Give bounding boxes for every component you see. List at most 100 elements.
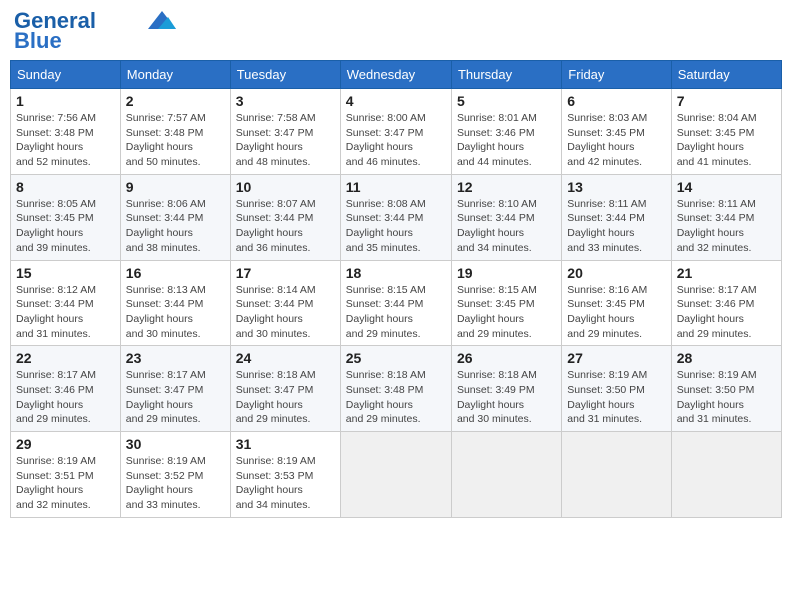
calendar-cell: 12 Sunrise: 8:10 AMSunset: 3:44 PMDaylig… — [451, 174, 561, 260]
logo: General Blue — [14, 10, 176, 52]
day-number: 22 — [16, 350, 115, 366]
day-number: 8 — [16, 179, 115, 195]
calendar-cell: 27 Sunrise: 8:19 AMSunset: 3:50 PMDaylig… — [562, 346, 671, 432]
calendar-cell: 18 Sunrise: 8:15 AMSunset: 3:44 PMDaylig… — [340, 260, 451, 346]
calendar-table: SundayMondayTuesdayWednesdayThursdayFrid… — [10, 60, 782, 518]
calendar-cell: 22 Sunrise: 8:17 AMSunset: 3:46 PMDaylig… — [11, 346, 121, 432]
column-header-monday: Monday — [120, 61, 230, 89]
day-info: Sunrise: 8:11 AMSunset: 3:44 PMDaylight … — [677, 198, 756, 254]
calendar-cell: 17 Sunrise: 8:14 AMSunset: 3:44 PMDaylig… — [230, 260, 340, 346]
calendar-cell: 7 Sunrise: 8:04 AMSunset: 3:45 PMDayligh… — [671, 89, 781, 175]
column-header-sunday: Sunday — [11, 61, 121, 89]
day-number: 16 — [126, 265, 225, 281]
calendar-cell: 23 Sunrise: 8:17 AMSunset: 3:47 PMDaylig… — [120, 346, 230, 432]
calendar-cell: 9 Sunrise: 8:06 AMSunset: 3:44 PMDayligh… — [120, 174, 230, 260]
calendar-cell: 8 Sunrise: 8:05 AMSunset: 3:45 PMDayligh… — [11, 174, 121, 260]
day-info: Sunrise: 8:18 AMSunset: 3:49 PMDaylight … — [457, 369, 537, 425]
day-info: Sunrise: 8:04 AMSunset: 3:45 PMDaylight … — [677, 112, 757, 168]
day-info: Sunrise: 8:11 AMSunset: 3:44 PMDaylight … — [567, 198, 646, 254]
day-info: Sunrise: 8:19 AMSunset: 3:50 PMDaylight … — [677, 369, 757, 425]
day-info: Sunrise: 7:57 AMSunset: 3:48 PMDaylight … — [126, 112, 206, 168]
day-number: 14 — [677, 179, 776, 195]
day-info: Sunrise: 8:01 AMSunset: 3:46 PMDaylight … — [457, 112, 537, 168]
logo-icon — [148, 11, 176, 29]
day-number: 6 — [567, 93, 665, 109]
calendar-cell: 31 Sunrise: 8:19 AMSunset: 3:53 PMDaylig… — [230, 432, 340, 518]
calendar-cell — [562, 432, 671, 518]
day-number: 30 — [126, 436, 225, 452]
day-info: Sunrise: 8:15 AMSunset: 3:44 PMDaylight … — [346, 284, 426, 340]
day-number: 15 — [16, 265, 115, 281]
calendar-cell: 5 Sunrise: 8:01 AMSunset: 3:46 PMDayligh… — [451, 89, 561, 175]
day-number: 18 — [346, 265, 446, 281]
day-info: Sunrise: 8:05 AMSunset: 3:45 PMDaylight … — [16, 198, 96, 254]
calendar-cell: 26 Sunrise: 8:18 AMSunset: 3:49 PMDaylig… — [451, 346, 561, 432]
calendar-cell: 2 Sunrise: 7:57 AMSunset: 3:48 PMDayligh… — [120, 89, 230, 175]
day-number: 31 — [236, 436, 335, 452]
day-info: Sunrise: 8:17 AMSunset: 3:46 PMDaylight … — [677, 284, 757, 340]
day-info: Sunrise: 8:17 AMSunset: 3:46 PMDaylight … — [16, 369, 96, 425]
day-info: Sunrise: 8:06 AMSunset: 3:44 PMDaylight … — [126, 198, 206, 254]
calendar-cell: 30 Sunrise: 8:19 AMSunset: 3:52 PMDaylig… — [120, 432, 230, 518]
column-header-thursday: Thursday — [451, 61, 561, 89]
day-number: 4 — [346, 93, 446, 109]
calendar-cell: 11 Sunrise: 8:08 AMSunset: 3:44 PMDaylig… — [340, 174, 451, 260]
calendar-cell — [451, 432, 561, 518]
day-info: Sunrise: 8:19 AMSunset: 3:52 PMDaylight … — [126, 455, 206, 511]
day-info: Sunrise: 8:15 AMSunset: 3:45 PMDaylight … — [457, 284, 537, 340]
day-number: 2 — [126, 93, 225, 109]
calendar-cell: 20 Sunrise: 8:16 AMSunset: 3:45 PMDaylig… — [562, 260, 671, 346]
day-number: 21 — [677, 265, 776, 281]
calendar-cell: 16 Sunrise: 8:13 AMSunset: 3:44 PMDaylig… — [120, 260, 230, 346]
day-number: 9 — [126, 179, 225, 195]
day-number: 7 — [677, 93, 776, 109]
day-number: 17 — [236, 265, 335, 281]
day-number: 26 — [457, 350, 556, 366]
day-number: 13 — [567, 179, 665, 195]
calendar-cell: 14 Sunrise: 8:11 AMSunset: 3:44 PMDaylig… — [671, 174, 781, 260]
day-number: 10 — [236, 179, 335, 195]
day-info: Sunrise: 8:19 AMSunset: 3:50 PMDaylight … — [567, 369, 647, 425]
page-header: General Blue — [10, 10, 782, 52]
day-info: Sunrise: 8:17 AMSunset: 3:47 PMDaylight … — [126, 369, 206, 425]
column-header-wednesday: Wednesday — [340, 61, 451, 89]
calendar-cell: 21 Sunrise: 8:17 AMSunset: 3:46 PMDaylig… — [671, 260, 781, 346]
day-number: 28 — [677, 350, 776, 366]
calendar-cell: 25 Sunrise: 8:18 AMSunset: 3:48 PMDaylig… — [340, 346, 451, 432]
day-info: Sunrise: 8:08 AMSunset: 3:44 PMDaylight … — [346, 198, 426, 254]
day-info: Sunrise: 8:14 AMSunset: 3:44 PMDaylight … — [236, 284, 316, 340]
day-info: Sunrise: 7:58 AMSunset: 3:47 PMDaylight … — [236, 112, 316, 168]
day-info: Sunrise: 8:00 AMSunset: 3:47 PMDaylight … — [346, 112, 426, 168]
day-info: Sunrise: 8:19 AMSunset: 3:51 PMDaylight … — [16, 455, 96, 511]
day-number: 5 — [457, 93, 556, 109]
calendar-cell: 24 Sunrise: 8:18 AMSunset: 3:47 PMDaylig… — [230, 346, 340, 432]
day-info: Sunrise: 8:18 AMSunset: 3:47 PMDaylight … — [236, 369, 316, 425]
calendar-cell: 13 Sunrise: 8:11 AMSunset: 3:44 PMDaylig… — [562, 174, 671, 260]
calendar-cell: 6 Sunrise: 8:03 AMSunset: 3:45 PMDayligh… — [562, 89, 671, 175]
day-info: Sunrise: 8:03 AMSunset: 3:45 PMDaylight … — [567, 112, 647, 168]
day-number: 11 — [346, 179, 446, 195]
day-info: Sunrise: 8:18 AMSunset: 3:48 PMDaylight … — [346, 369, 426, 425]
day-number: 3 — [236, 93, 335, 109]
day-info: Sunrise: 8:16 AMSunset: 3:45 PMDaylight … — [567, 284, 647, 340]
calendar-cell: 10 Sunrise: 8:07 AMSunset: 3:44 PMDaylig… — [230, 174, 340, 260]
logo-blue-text: Blue — [14, 30, 62, 52]
calendar-cell: 28 Sunrise: 8:19 AMSunset: 3:50 PMDaylig… — [671, 346, 781, 432]
calendar-cell: 1 Sunrise: 7:56 AMSunset: 3:48 PMDayligh… — [11, 89, 121, 175]
day-number: 12 — [457, 179, 556, 195]
calendar-cell — [340, 432, 451, 518]
day-number: 24 — [236, 350, 335, 366]
column-header-friday: Friday — [562, 61, 671, 89]
day-number: 19 — [457, 265, 556, 281]
day-number: 29 — [16, 436, 115, 452]
calendar-cell: 19 Sunrise: 8:15 AMSunset: 3:45 PMDaylig… — [451, 260, 561, 346]
calendar-cell: 4 Sunrise: 8:00 AMSunset: 3:47 PMDayligh… — [340, 89, 451, 175]
calendar-cell: 3 Sunrise: 7:58 AMSunset: 3:47 PMDayligh… — [230, 89, 340, 175]
column-header-saturday: Saturday — [671, 61, 781, 89]
day-number: 25 — [346, 350, 446, 366]
day-number: 23 — [126, 350, 225, 366]
day-info: Sunrise: 8:12 AMSunset: 3:44 PMDaylight … — [16, 284, 96, 340]
day-info: Sunrise: 8:10 AMSunset: 3:44 PMDaylight … — [457, 198, 537, 254]
day-info: Sunrise: 8:13 AMSunset: 3:44 PMDaylight … — [126, 284, 206, 340]
day-number: 20 — [567, 265, 665, 281]
